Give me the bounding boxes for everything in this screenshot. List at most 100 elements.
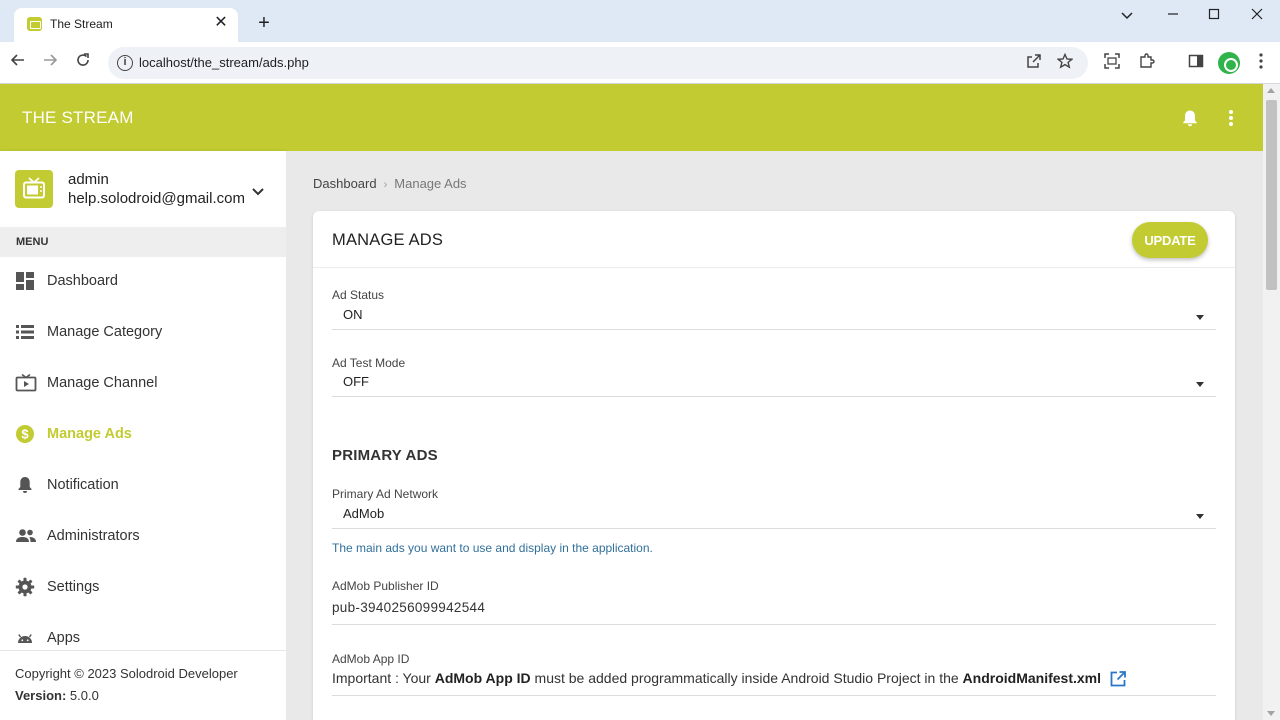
breadcrumb-separator-icon: ›	[383, 179, 388, 191]
sidebar-item-settings[interactable]: Settings	[0, 563, 286, 614]
primary-ad-network-value: AdMob	[343, 506, 385, 521]
sidebar-item-notification[interactable]: Notification	[0, 461, 286, 512]
version-label: Version:	[15, 688, 67, 703]
ad-test-mode-select[interactable]: OFF	[332, 371, 1216, 397]
primary-ads-heading: PRIMARY ADS	[332, 447, 438, 464]
close-window-icon[interactable]	[1234, 2, 1280, 28]
browser-toolbar: i localhost/the_stream/ads.php	[0, 42, 1280, 84]
sidebar-item-label: Dashboard	[47, 273, 118, 289]
dropdown-arrow-icon	[1196, 514, 1204, 519]
side-panel-icon[interactable]	[1185, 52, 1207, 74]
forward-arrow-icon[interactable]	[38, 51, 62, 75]
back-arrow-icon[interactable]	[6, 51, 30, 75]
dropdown-arrow-icon	[1196, 382, 1204, 387]
card-title: MANAGE ADS	[332, 231, 444, 249]
dollar-icon: $	[15, 424, 35, 444]
note-middle: must be added programmatically inside An…	[530, 670, 963, 686]
app-title[interactable]: THE STREAM	[22, 108, 134, 128]
admob-publisher-id-label: AdMob Publisher ID	[332, 579, 439, 593]
share-icon[interactable]	[1024, 53, 1044, 73]
maximize-icon[interactable]	[1191, 2, 1237, 28]
user-info: admin help.solodroid@gmail.com	[0, 151, 286, 227]
people-icon	[15, 526, 36, 546]
bell-icon	[15, 475, 35, 495]
ad-status-value: ON	[343, 307, 363, 322]
primary-ad-network-help: The main ads you want to use and display…	[332, 541, 653, 555]
minimize-icon[interactable]	[1150, 2, 1196, 28]
admob-publisher-id-value[interactable]: pub-3940256099942544	[332, 600, 485, 615]
sidebar-item-manage-channel[interactable]: Manage Channel	[0, 359, 286, 410]
sidebar-item-manage-category[interactable]: Manage Category	[0, 308, 286, 359]
note-prefix: Important : Your	[332, 670, 435, 686]
scroll-thumb[interactable]	[1266, 100, 1277, 290]
chevron-down-icon[interactable]	[251, 184, 267, 196]
user-name: admin	[68, 171, 109, 188]
admob-app-id-label: AdMob App ID	[332, 652, 410, 666]
scroll-down-icon[interactable]	[1267, 711, 1275, 716]
breadcrumb-dashboard-link[interactable]: Dashboard	[313, 176, 377, 191]
profile-avatar-icon[interactable]	[1218, 52, 1240, 74]
copyright-text: Copyright © 2023 Solodroid Developer	[15, 666, 238, 681]
version-text: Version: 5.0.0	[15, 688, 99, 703]
sidebar-item-manage-ads[interactable]: $ Manage Ads	[0, 410, 286, 461]
app-logo-tv-icon	[15, 170, 53, 208]
sidebar-item-label: Settings	[47, 579, 100, 595]
update-button[interactable]: UPDATE	[1132, 222, 1208, 258]
url-text[interactable]: localhost/the_stream/ads.php	[139, 55, 309, 70]
main-content: Dashboard › Manage Ads MANAGE ADS UPDATE A…	[286, 151, 1263, 720]
sidebar-footer: Copyright © 2023 Solodroid Developer Ver…	[0, 650, 286, 720]
version-value: 5.0.0	[66, 688, 99, 703]
page-scrollbar[interactable]	[1263, 84, 1280, 720]
bookmark-star-icon[interactable]	[1055, 52, 1075, 73]
admob-publisher-id-input[interactable]: pub-3940256099942544	[332, 597, 1216, 625]
sidebar-item-label: Manage Channel	[47, 375, 158, 391]
open-in-new-icon[interactable]	[1109, 670, 1127, 688]
note-bold-manifest: AndroidManifest.xml	[962, 670, 1102, 686]
ad-test-mode-label: Ad Test Mode	[332, 356, 406, 370]
sidebar-item-label: Notification	[47, 477, 119, 493]
admob-app-id-note: Important : Your AdMob App ID must be ad…	[332, 670, 1216, 696]
site-info-icon[interactable]: i	[117, 55, 133, 71]
close-tab-icon[interactable]: ✕	[212, 14, 230, 32]
screenshot-icon[interactable]	[1101, 52, 1123, 74]
sidebar: admin help.solodroid@gmail.com MENU Dash…	[0, 151, 286, 720]
new-tab-icon[interactable]: +	[252, 12, 276, 36]
svg-text:$: $	[21, 427, 29, 442]
sidebar-item-administrators[interactable]: Administrators	[0, 512, 286, 563]
breadcrumb: Dashboard › Manage Ads	[313, 176, 467, 191]
tab-title: The Stream	[50, 17, 113, 31]
sidebar-item-label: Apps	[47, 630, 81, 646]
sidebar-item-label: Manage Category	[47, 324, 163, 340]
extensions-icon[interactable]	[1136, 52, 1158, 74]
sidebar-item-label: Administrators	[47, 528, 140, 544]
tv-favicon-icon	[27, 17, 42, 31]
ad-status-label: Ad Status	[332, 288, 385, 302]
tv-icon	[15, 373, 37, 393]
more-vert-icon[interactable]	[1221, 108, 1241, 128]
note-bold-app-id: AdMob App ID	[434, 670, 531, 686]
app-header: THE STREAM	[0, 84, 1263, 151]
tab-search-chevron-icon[interactable]	[1104, 2, 1150, 28]
ad-status-select[interactable]: ON	[332, 304, 1216, 330]
breadcrumb-current: Manage Ads	[394, 176, 467, 191]
list-icon	[15, 322, 35, 342]
sidebar-item-dashboard[interactable]: Dashboard	[0, 257, 286, 308]
scroll-up-icon[interactable]	[1267, 88, 1275, 93]
menu-header-label: MENU	[16, 236, 49, 248]
gear-icon	[15, 577, 35, 597]
sidebar-item-label: Manage Ads	[47, 426, 132, 442]
browser-menu-icon[interactable]	[1250, 52, 1272, 74]
card-header: MANAGE ADS UPDATE	[313, 211, 1235, 268]
notification-bell-icon[interactable]	[1180, 108, 1200, 128]
browser-tabstrip: The Stream ✕ +	[0, 0, 1280, 42]
address-bar[interactable]: i localhost/the_stream/ads.php	[108, 47, 1088, 79]
manage-ads-card: MANAGE ADS UPDATE Ad Status ON Ad Test M…	[313, 211, 1235, 720]
dropdown-arrow-icon	[1196, 315, 1204, 320]
menu-header: MENU	[0, 227, 286, 257]
primary-ad-network-select[interactable]: AdMob	[332, 503, 1216, 529]
reload-icon[interactable]	[71, 51, 95, 75]
browser-tab[interactable]: The Stream ✕	[14, 8, 238, 42]
primary-ad-network-label: Primary Ad Network	[332, 487, 439, 501]
user-email: help.solodroid@gmail.com	[68, 190, 245, 207]
dashboard-icon	[15, 271, 35, 291]
